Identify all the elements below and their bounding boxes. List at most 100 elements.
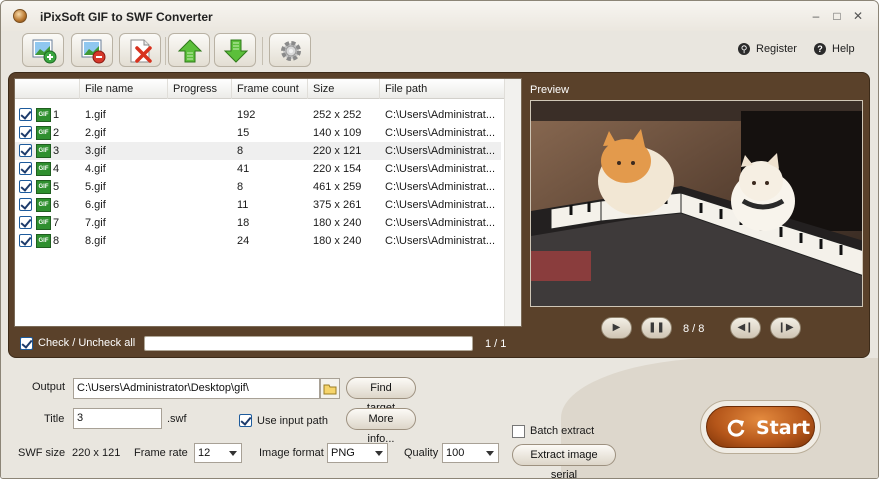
file-path-cell: C:\Users\Administrat... (385, 145, 496, 157)
file-name-cell: 3.gif (85, 145, 106, 157)
batch-extract-label: Batch extract (530, 425, 595, 437)
quality-select[interactable]: 100 (442, 443, 499, 463)
help-link[interactable]: ? Help (814, 43, 855, 56)
output-label: Output (32, 381, 66, 393)
file-name-cell: 2.gif (85, 127, 106, 139)
file-list-header: File name Progress Frame count Size File… (15, 79, 521, 99)
column-header-file-name[interactable]: File name (79, 79, 167, 99)
size-cell: 140 x 109 (313, 127, 362, 139)
window-title: iPixSoft GIF to SWF Converter (40, 10, 213, 24)
row-checkbox[interactable] (19, 162, 32, 175)
row-index: 8 (53, 235, 60, 247)
remove-file-button[interactable] (71, 33, 113, 67)
title-field[interactable]: 3 (73, 408, 162, 429)
file-row[interactable]: GIF 6 6.gif 11 375 x 261 C:\Users\Administrat… (15, 196, 501, 214)
file-row[interactable]: GIF 1 1.gif 192 252 x 252 C:\Users\Administra… (15, 106, 501, 124)
gif-file-icon: GIF (36, 180, 51, 194)
file-list[interactable]: File name Progress Frame count Size File… (14, 78, 522, 327)
refresh-icon (727, 419, 745, 437)
column-header-file-path[interactable]: File path (379, 79, 503, 99)
output-path-field[interactable]: C:\Users\Administrator\Desktop\gif\ (73, 378, 320, 399)
column-header-progress[interactable]: Progress (167, 79, 231, 99)
start-button[interactable]: Start (700, 400, 821, 454)
row-index: 4 (53, 163, 60, 175)
play-button[interactable]: ▶ (601, 317, 632, 339)
next-frame-button[interactable]: ❙▶ (770, 317, 801, 339)
column-header-size[interactable]: Size (307, 79, 379, 99)
column-header-select[interactable] (15, 79, 79, 99)
gif-file-icon: GIF (36, 162, 51, 176)
frame-rate-select[interactable]: 12 (194, 443, 242, 463)
key-icon: ⚲ (738, 43, 750, 56)
gif-file-icon: GIF (36, 126, 51, 140)
row-index: 7 (53, 217, 60, 229)
extract-image-serial-button[interactable]: Extract image serial (512, 444, 616, 478)
row-checkbox[interactable] (19, 180, 32, 193)
size-cell: 220 x 154 (313, 163, 362, 175)
file-path-cell: C:\Users\Administrat... (385, 109, 496, 121)
file-row[interactable]: GIF 5 5.gif 8 461 x 259 C:\Users\Administrat.… (15, 178, 501, 196)
previous-frame-button[interactable]: ◀❙ (730, 317, 761, 339)
file-path-cell: C:\Users\Administrat... (385, 199, 496, 211)
row-checkbox[interactable] (19, 144, 32, 157)
frame-count-cell: 24 (237, 235, 250, 247)
file-path-cell: C:\Users\Administrat... (385, 235, 496, 247)
browse-folder-button[interactable] (320, 378, 340, 399)
clear-list-button[interactable] (119, 33, 161, 67)
row-index: 5 (53, 181, 60, 193)
app-logo-icon[interactable] (13, 9, 27, 23)
use-input-path-label: Use input path (257, 415, 328, 427)
file-row[interactable]: GIF 7 7.gif 18 180 x 240 C:\Users\Administrat… (15, 214, 501, 232)
main-panel: File name Progress Frame count Size File… (8, 72, 870, 358)
help-label: Help (832, 43, 855, 55)
find-target-button[interactable]: Find target (346, 377, 416, 414)
quality-value: 100 (446, 447, 465, 459)
gear-icon (281, 41, 301, 61)
size-cell: 220 x 121 (313, 145, 362, 157)
move-down-button[interactable] (214, 33, 256, 67)
size-cell: 461 x 259 (313, 181, 362, 193)
frame-counter: 8 / 8 (683, 323, 705, 335)
pause-button[interactable]: ❚❚ (641, 317, 672, 339)
image-format-select[interactable]: PNG (327, 443, 388, 463)
file-row[interactable]: GIF 8 8.gif 24 180 x 240 C:\Users\Administrat… (15, 232, 501, 250)
check-all-label: Check / Uncheck all (38, 337, 136, 349)
maximize-button[interactable]: □ (829, 9, 845, 25)
use-input-path-checkbox[interactable] (239, 414, 252, 427)
move-up-button[interactable] (168, 33, 210, 67)
row-checkbox[interactable] (19, 198, 32, 211)
more-info-button[interactable]: More info... (346, 408, 416, 445)
start-label: Start (756, 417, 811, 439)
chevron-down-icon (486, 451, 494, 456)
register-link[interactable]: ⚲ Register (738, 43, 797, 56)
column-header-frame-count[interactable]: Frame count (231, 79, 307, 99)
chevron-down-icon (375, 451, 383, 456)
list-scrollbar[interactable] (504, 79, 521, 326)
batch-extract-checkbox[interactable] (512, 425, 525, 438)
frame-rate-value: 12 (198, 447, 211, 459)
file-name-cell: 8.gif (85, 235, 106, 247)
add-file-button[interactable] (22, 33, 64, 67)
file-path-cell: C:\Users\Administrat... (385, 181, 496, 193)
minimize-button[interactable]: – (808, 9, 824, 25)
swf-size-label: SWF size (18, 447, 66, 459)
file-row[interactable]: GIF 4 4.gif 41 220 x 154 C:\Users\Administrat… (15, 160, 501, 178)
file-row[interactable]: GIF 2 2.gif 15 140 x 109 C:\Users\Administrat… (15, 124, 501, 142)
file-name-cell: 4.gif (85, 163, 106, 175)
check-all-checkbox[interactable] (20, 337, 33, 350)
file-path-cell: C:\Users\Administrat... (385, 127, 496, 139)
settings-button[interactable] (269, 33, 311, 67)
row-checkbox[interactable] (19, 108, 32, 121)
frame-count-cell: 15 (237, 127, 250, 139)
row-checkbox[interactable] (19, 126, 32, 139)
file-row[interactable]: GIF 3 3.gif 8 220 x 121 C:\Users\Administrat.… (15, 142, 501, 160)
row-checkbox[interactable] (19, 234, 32, 247)
quality-label: Quality (404, 447, 439, 459)
row-checkbox[interactable] (19, 216, 32, 229)
app-window: iPixSoft GIF to SWF Converter – □ ✕ ⚲ Re… (0, 0, 879, 479)
toolbar: ⚲ Register ? Help (1, 31, 878, 69)
close-button[interactable]: ✕ (850, 9, 866, 25)
frame-rate-label: Frame rate (134, 447, 188, 459)
file-name-cell: 1.gif (85, 109, 106, 121)
size-cell: 252 x 252 (313, 109, 362, 121)
